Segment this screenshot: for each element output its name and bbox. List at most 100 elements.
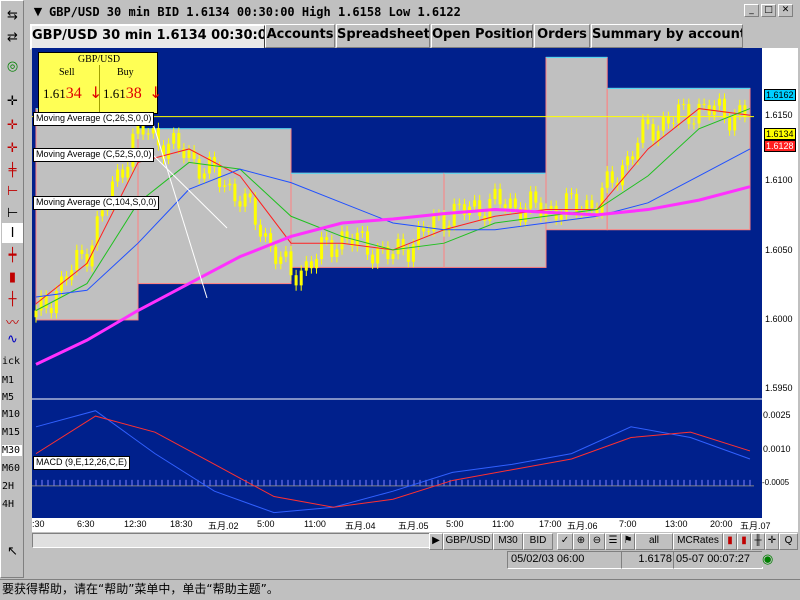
period-2h[interactable]: 2H [2,481,14,492]
candle-body [391,254,395,260]
tick-label[interactable]: ick [2,356,20,367]
tab-orders[interactable]: Orders [534,24,590,48]
cross-red-icon[interactable]: ✛ [2,115,23,135]
buy-down-arrow-icon: ↓ [149,83,163,102]
bar-icon[interactable]: ┿ [2,245,23,265]
candle-body [610,171,614,183]
maximize-button[interactable]: □ [761,4,776,17]
tab-accounts[interactable]: Accounts [265,24,335,48]
candle-body [264,233,267,237]
ma52-label[interactable]: Moving Average (C,52,S,0,0) [33,148,155,162]
all-button[interactable]: all [635,533,673,550]
candle-body [697,103,701,124]
candle-body [360,231,364,233]
quote-symbol: GBP/USD [77,54,121,65]
quote-panel: GBP/USD Sell Buy 1.6134 ↓ 1.6138 ↓ [38,52,162,114]
checkmark-icon[interactable]: ✓ [557,533,573,550]
period-m5[interactable]: M5 [2,392,14,403]
swap-arrows-icon[interactable]: ⇆ [2,5,23,25]
cross-tool-icon[interactable]: ✛ [765,533,779,550]
symbol-button[interactable]: GBP/USD [443,533,493,550]
sell-label[interactable]: Sell [59,67,75,78]
candle-body [238,201,242,207]
candle-body [672,122,675,124]
sell-price[interactable]: 1.6134 [43,85,82,103]
bracket-icon[interactable]: ⊢ [2,203,23,223]
hline-cross-icon[interactable]: ╪ [2,160,23,180]
candle-body [717,98,721,106]
mcrates-button[interactable]: MCRates [673,533,723,550]
current-price-box: 1.6162 [764,89,796,101]
tab-chart[interactable]: GBP/USD 30 min 1.6134 00:30:00 [30,24,266,50]
tab-summary-by-accounts[interactable]: Summary by accounts [591,24,743,48]
list-icon[interactable]: ☰ [605,533,621,550]
close-button[interactable]: ✕ [778,4,793,17]
red-bar-icon-2[interactable]: ▮ [737,533,751,550]
period-button[interactable]: M30 [493,533,523,550]
chart-type-icon[interactable]: ╫ [751,533,765,550]
wave-icon[interactable]: ∿ [2,329,23,349]
side-button[interactable]: BID [523,533,553,550]
candle-body [248,193,252,198]
candle-body [513,198,517,208]
ma26-label[interactable]: Moving Average (C,26,S,0,0) [33,112,155,126]
exchange-icon[interactable]: ⇄ [2,27,23,47]
time-tick: 五月.06 [567,521,598,531]
candle-body [177,132,181,149]
period-4h[interactable]: 4H [2,499,14,510]
period-m10[interactable]: M10 [2,409,20,420]
red-bar-icon[interactable]: ▮ [723,533,737,550]
candle-icon[interactable]: ▮ [2,267,23,287]
minimize-button[interactable]: _ [744,4,759,17]
candle-body [228,183,232,186]
candle-body [146,133,150,135]
ma104-label[interactable]: Moving Average (C,104,S,0,0) [33,196,160,210]
flag-icon[interactable]: ⚑ [621,533,635,550]
candle-body [116,169,120,182]
hline-icon[interactable]: ⊢ [2,181,23,201]
candle-body [340,231,344,250]
candle-body [661,117,665,131]
buy-label[interactable]: Buy [117,67,134,78]
line-chart-icon[interactable]: 〰 [2,311,23,331]
candle-body [641,119,645,143]
text-cursor-icon[interactable]: I [2,223,23,243]
candle-body [243,193,247,207]
candle-body [335,249,339,258]
period-m60[interactable]: M60 [2,463,20,474]
q-button[interactable]: Q [779,533,798,550]
candle-body [452,203,456,226]
cross-dotted-icon[interactable]: ✛ [2,138,23,158]
period-m1[interactable]: M1 [2,375,14,386]
scroll-right-icon[interactable]: ▶ [429,533,443,550]
time-tick: 17:00 [539,519,562,529]
candle-body [202,173,206,179]
zoom-in-icon[interactable]: ⊕ [573,533,589,550]
buy-price[interactable]: 1.6138 [103,85,142,103]
candle-hollow-icon[interactable]: ┼ [2,289,23,309]
macd-label[interactable]: MACD (9,E,12,26,C,E) [33,456,131,470]
candle-body [636,142,640,160]
candle-body [478,200,482,216]
tab-open-position[interactable]: Open Position [431,24,533,48]
candle-body [187,150,191,159]
time-tick: 7:00 [619,519,637,529]
target-icon[interactable]: ◎ [2,56,23,76]
tab-spreadsheet[interactable]: Spreadsheet [336,24,430,48]
time-tick: 11:00 [304,519,326,529]
range-box-0 [35,108,139,321]
candle-body [728,117,732,131]
time-tick: 6:30 [77,519,95,529]
candle-body [687,103,691,124]
pointer-icon[interactable]: ↖ [2,541,23,561]
period-m15[interactable]: M15 [2,427,20,438]
candle-body [75,250,79,271]
chart-scrollbar[interactable] [32,533,438,548]
candle-body [49,308,53,314]
period-m30[interactable]: M30 [2,445,22,456]
candle-body [442,215,446,232]
candle-body [376,248,380,264]
crosshair-icon[interactable]: ✛ [2,91,23,111]
zoom-out-icon[interactable]: ⊖ [589,533,605,550]
candle-body [605,171,609,188]
